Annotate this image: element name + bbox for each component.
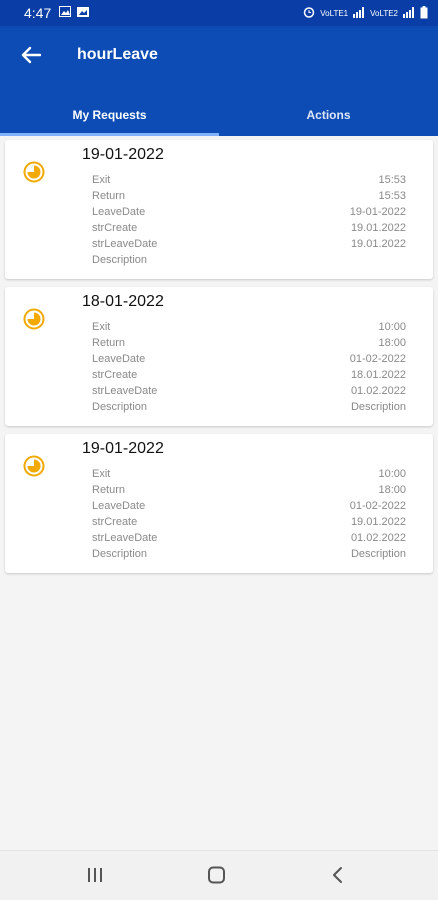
- field-label: strLeaveDate: [92, 385, 158, 397]
- request-date: 19-01-2022: [82, 440, 164, 457]
- clock-half-icon: [23, 161, 45, 183]
- field-exit: Exit 10:00: [92, 466, 406, 482]
- field-value: 18.01.2022: [350, 369, 406, 381]
- clock-half-icon: [23, 308, 45, 330]
- field-label: LeaveDate: [92, 206, 146, 218]
- field-label: Description: [92, 548, 148, 560]
- request-date: 19-01-2022: [82, 146, 164, 163]
- field-value: 10:00: [378, 321, 406, 333]
- request-card[interactable]: 18-01-2022 Exit 10:00 Return 18:00 LeaveDa…: [5, 287, 433, 426]
- home-button[interactable]: [207, 866, 227, 889]
- field-label: LeaveDate: [92, 500, 146, 512]
- field-label: strLeaveDate: [92, 532, 158, 544]
- status-bar: 4:47 VoLTE1 VoLTE2: [0, 0, 438, 26]
- status-time: 4:47: [24, 5, 52, 21]
- tab-bar: My Requests Actions: [0, 94, 438, 136]
- volte2-label: VoLTE2: [370, 8, 398, 18]
- field-label: LeaveDate: [92, 353, 146, 365]
- status-system-icons: VoLTE1 VoLTE2: [303, 5, 428, 21]
- field-str-create: strCreate 19.01.2022: [92, 220, 406, 236]
- field-leave-date: LeaveDate 19-01-2022: [92, 204, 406, 220]
- arrow-left-icon: [21, 46, 42, 69]
- app-bar: hourLeave My Requests Actions: [0, 26, 438, 136]
- field-value: 01-02-2022: [349, 353, 406, 365]
- field-leave-date: LeaveDate 01-02-2022: [92, 351, 406, 367]
- tab-actions[interactable]: Actions: [219, 94, 438, 136]
- recent-apps-button[interactable]: [86, 866, 104, 889]
- alarm-icon: [303, 6, 315, 20]
- field-label: Description: [92, 401, 148, 413]
- field-leave-date: LeaveDate 01-02-2022: [92, 498, 406, 514]
- field-value: 15:53: [378, 174, 406, 186]
- field-value: Description: [350, 401, 406, 413]
- request-date: 18-01-2022: [82, 293, 164, 310]
- field-exit: Exit 15:53: [92, 172, 406, 188]
- field-label: Exit: [92, 321, 111, 333]
- field-return: Return 18:00: [92, 335, 406, 351]
- field-value: 19-01-2022: [349, 206, 406, 218]
- field-value: Description: [350, 548, 406, 560]
- field-label: Return: [92, 337, 126, 349]
- request-card[interactable]: 19-01-2022 Exit 15:53 Return 15:53 LeaveDa…: [5, 140, 433, 279]
- back-button[interactable]: [16, 42, 46, 72]
- field-str-leave-date: strLeaveDate 01.02.2022: [92, 530, 406, 546]
- gallery-icon: [59, 4, 72, 22]
- image-icon: [77, 4, 90, 22]
- signal1-icon: [353, 6, 365, 20]
- status-notification-icons: [59, 4, 90, 22]
- field-label: strCreate: [92, 222, 138, 234]
- signal2-icon: [403, 6, 415, 20]
- request-card[interactable]: 19-01-2022 Exit 10:00 Return 18:00 LeaveDa…: [5, 434, 433, 573]
- field-label: Exit: [92, 174, 111, 186]
- field-value: 01.02.2022: [350, 385, 406, 397]
- field-description: Description Description: [92, 399, 406, 415]
- tab-my-requests[interactable]: My Requests: [0, 94, 219, 136]
- field-label: strCreate: [92, 369, 138, 381]
- field-str-create: strCreate 19.01.2022: [92, 514, 406, 530]
- field-label: Description: [92, 254, 148, 266]
- field-value: 19.01.2022: [350, 222, 406, 234]
- field-exit: Exit 10:00: [92, 319, 406, 335]
- clock-half-icon: [23, 455, 45, 477]
- field-value: 18:00: [378, 337, 406, 349]
- field-value: 15:53: [378, 190, 406, 202]
- field-label: strCreate: [92, 516, 138, 528]
- field-label: Return: [92, 190, 126, 202]
- field-value: 19.01.2022: [350, 516, 406, 528]
- page-title: hourLeave: [77, 46, 158, 63]
- field-str-leave-date: strLeaveDate 01.02.2022: [92, 383, 406, 399]
- field-description: Description Description: [92, 546, 406, 562]
- request-fields: Exit 10:00 Return 18:00 LeaveDate 01-02-202…: [92, 466, 406, 562]
- field-value: 18:00: [378, 484, 406, 496]
- battery-icon: [420, 5, 428, 21]
- field-str-create: strCreate 18.01.2022: [92, 367, 406, 383]
- request-fields: Exit 10:00 Return 18:00 LeaveDate 01-02-202…: [92, 319, 406, 415]
- request-fields: Exit 15:53 Return 15:53 LeaveDate 19-01-202…: [92, 172, 406, 268]
- field-value: 01.02.2022: [350, 532, 406, 544]
- system-nav-bar: [0, 850, 438, 900]
- field-label: Return: [92, 484, 126, 496]
- back-nav-button[interactable]: [330, 866, 346, 889]
- field-value: 10:00: [378, 468, 406, 480]
- field-value: 01-02-2022: [349, 500, 406, 512]
- tab-indicator: [0, 133, 219, 136]
- field-label: Exit: [92, 468, 111, 480]
- field-label: strLeaveDate: [92, 238, 158, 250]
- field-value: 19.01.2022: [350, 238, 406, 250]
- request-list: 19-01-2022 Exit 15:53 Return 15:53 LeaveDa…: [5, 140, 433, 581]
- field-description: Description: [92, 252, 406, 268]
- field-return: Return 15:53: [92, 188, 406, 204]
- field-str-leave-date: strLeaveDate 19.01.2022: [92, 236, 406, 252]
- volte1-label: VoLTE1: [320, 8, 349, 18]
- field-return: Return 18:00: [92, 482, 406, 498]
